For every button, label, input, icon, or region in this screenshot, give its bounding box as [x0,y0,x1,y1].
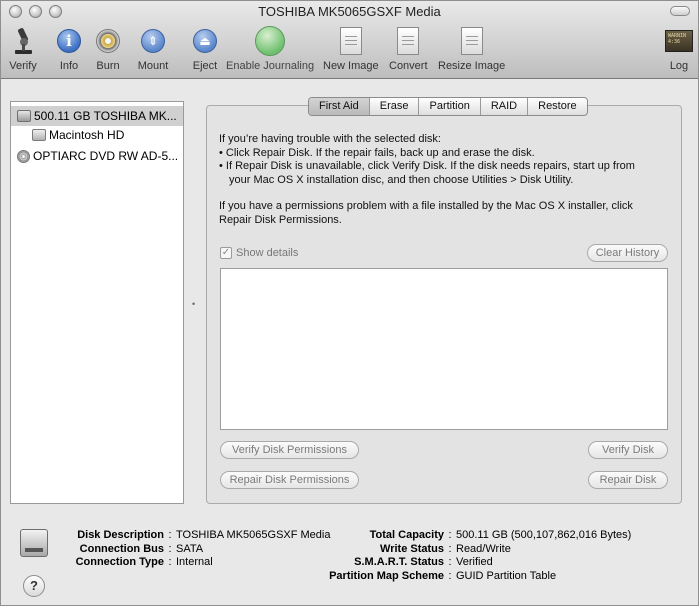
info-key: Write Status [380,542,444,555]
tab-erase[interactable]: Erase [368,98,419,115]
sidebar-item-label: OPTIARC DVD RW AD-5... [33,149,179,163]
selected-disk-icon [20,529,48,557]
mount-toolbar-button[interactable]: ⇕ Mount [137,25,169,72]
repair-disk-button[interactable]: Repair Disk [588,471,668,489]
sidebar-item-macintosh-hd[interactable]: Macintosh HD [11,125,183,145]
info-value: 500.11 GB (500,107,862,016 Bytes) [456,529,632,541]
toolbar-toggle-button[interactable] [670,6,690,16]
mount-icon: ⇕ [141,29,165,53]
instruction-line: Repair Disk Permissions. [219,213,342,226]
info-row: Disk Description : TOSHIBA MK5065GSXF Me… [71,529,330,543]
info-value: GUID Partition Table [456,569,557,582]
enable-journaling-toolbar-button[interactable]: Enable Journaling [226,25,314,72]
disk-info-right: Total Capacity : 500.11 GB (500,107,862,… [329,529,631,583]
sidebar-item-dvd-drive[interactable]: OPTIARC DVD RW AD-5... [11,146,183,166]
split-view-handle[interactable]: • [192,299,195,309]
instruction-line: • Click Repair Disk. If the repair fails… [219,146,535,159]
disk-list-sidebar[interactable]: 500.11 GB TOSHIBA MK... Macintosh HD OPT… [10,101,184,504]
verify-disk-button[interactable]: Verify Disk [588,441,668,459]
first-aid-instructions: If you’re having trouble with the select… [219,133,669,227]
info-key: Connection Type [75,556,164,568]
info-value: Internal [176,556,213,568]
resize-image-icon [460,27,483,55]
eject-label: Eject [192,60,218,72]
new-image-toolbar-button[interactable]: New Image [323,25,379,72]
toolbar: Verify i Info Burn ⇕ Mount ⏏ Eject Enabl… [1,25,698,75]
convert-label: Convert [389,60,428,72]
verify-label: Verify [9,60,37,72]
instruction-line: If you have a permissions problem with a… [219,200,633,212]
info-value: Verified [456,556,493,568]
info-icon: i [57,29,81,53]
convert-toolbar-button[interactable]: Convert [389,25,428,72]
info-row: Write Status : Read/Write [329,543,631,557]
show-details-checkbox[interactable]: ✓ Show details [220,247,298,259]
resize-image-label: Resize Image [438,60,506,72]
journal-icon [255,26,286,56]
info-value: TOSHIBA MK5065GSXF Media [176,529,331,541]
new-image-icon [339,27,362,55]
disk-info-left: Disk Description : TOSHIBA MK5065GSXF Me… [71,529,331,570]
disk-utility-window: TOSHIBA MK5065GSXF Media Verify i Info B… [0,0,699,606]
hard-drive-icon [17,110,31,122]
details-log-area[interactable] [220,268,668,430]
burn-disc-icon [96,29,120,53]
verify-toolbar-button[interactable]: Verify [7,25,39,72]
burn-label: Burn [96,60,120,72]
burn-toolbar-button[interactable]: Burn [92,25,124,72]
sidebar-item-label: Macintosh HD [49,128,125,142]
info-key: Total Capacity [369,529,444,541]
info-key: Partition Map Scheme [329,569,444,582]
tab-first-aid[interactable]: First Aid [309,98,369,115]
instruction-line: If you’re having trouble with the select… [219,133,441,145]
resize-image-toolbar-button[interactable]: Resize Image [438,25,505,72]
sidebar-item-toshiba-disk[interactable]: 500.11 GB TOSHIBA MK... [11,106,183,126]
log-toolbar-button[interactable]: WARNIN 4:36 Log [663,25,695,72]
info-key: S.M.A.R.T. Status [354,556,444,568]
info-value: Read/Write [456,542,511,555]
titlebar: TOSHIBA MK5065GSXF Media Verify i Info B… [1,1,698,79]
help-button[interactable]: ? [23,575,45,597]
optical-drive-icon [17,149,30,163]
volume-icon [32,129,46,141]
new-image-label: New Image [323,60,379,72]
instruction-line: • If Repair Disk is unavailable, click V… [219,160,635,172]
clear-history-button[interactable]: Clear History [587,244,668,262]
eject-toolbar-button[interactable]: ⏏ Eject [189,25,221,72]
tab-restore[interactable]: Restore [527,98,587,115]
show-details-label: Show details [236,247,299,259]
tab-partition[interactable]: Partition [418,98,479,115]
info-row: Connection Bus : SATA [71,543,330,557]
info-key: Disk Description [77,529,164,541]
sidebar-item-label: 500.11 GB TOSHIBA MK... [34,109,177,123]
info-label: Info [59,60,79,72]
window-title: TOSHIBA MK5065GSXF Media [258,4,441,19]
eject-icon: ⏏ [193,29,217,53]
instruction-line: your Mac OS X installation disc, and the… [229,173,574,186]
tab-bar: First Aid Erase Partition RAID Restore [308,97,588,116]
console-log-icon: WARNIN 4:36 [665,30,693,52]
verify-disk-permissions-button[interactable]: Verify Disk Permissions [220,441,359,459]
info-row: Connection Type : Internal [71,556,330,570]
microscope-icon [7,25,39,57]
tab-raid[interactable]: RAID [479,98,527,115]
repair-disk-permissions-button[interactable]: Repair Disk Permissions [220,471,359,489]
info-key: Connection Bus [79,542,164,555]
info-row: S.M.A.R.T. Status : Verified [329,556,631,570]
info-row: Total Capacity : 500.11 GB (500,107,862,… [329,529,632,543]
checkmark-icon: ✓ [220,247,232,259]
info-row: Partition Map Scheme : GUID Partition Ta… [329,569,557,582]
log-label: Log [669,60,689,72]
convert-icon [397,27,420,55]
enable-journaling-label: Enable Journaling [226,60,315,72]
mount-label: Mount [137,60,169,72]
info-value: SATA [176,542,204,555]
info-toolbar-button[interactable]: i Info [53,25,85,72]
